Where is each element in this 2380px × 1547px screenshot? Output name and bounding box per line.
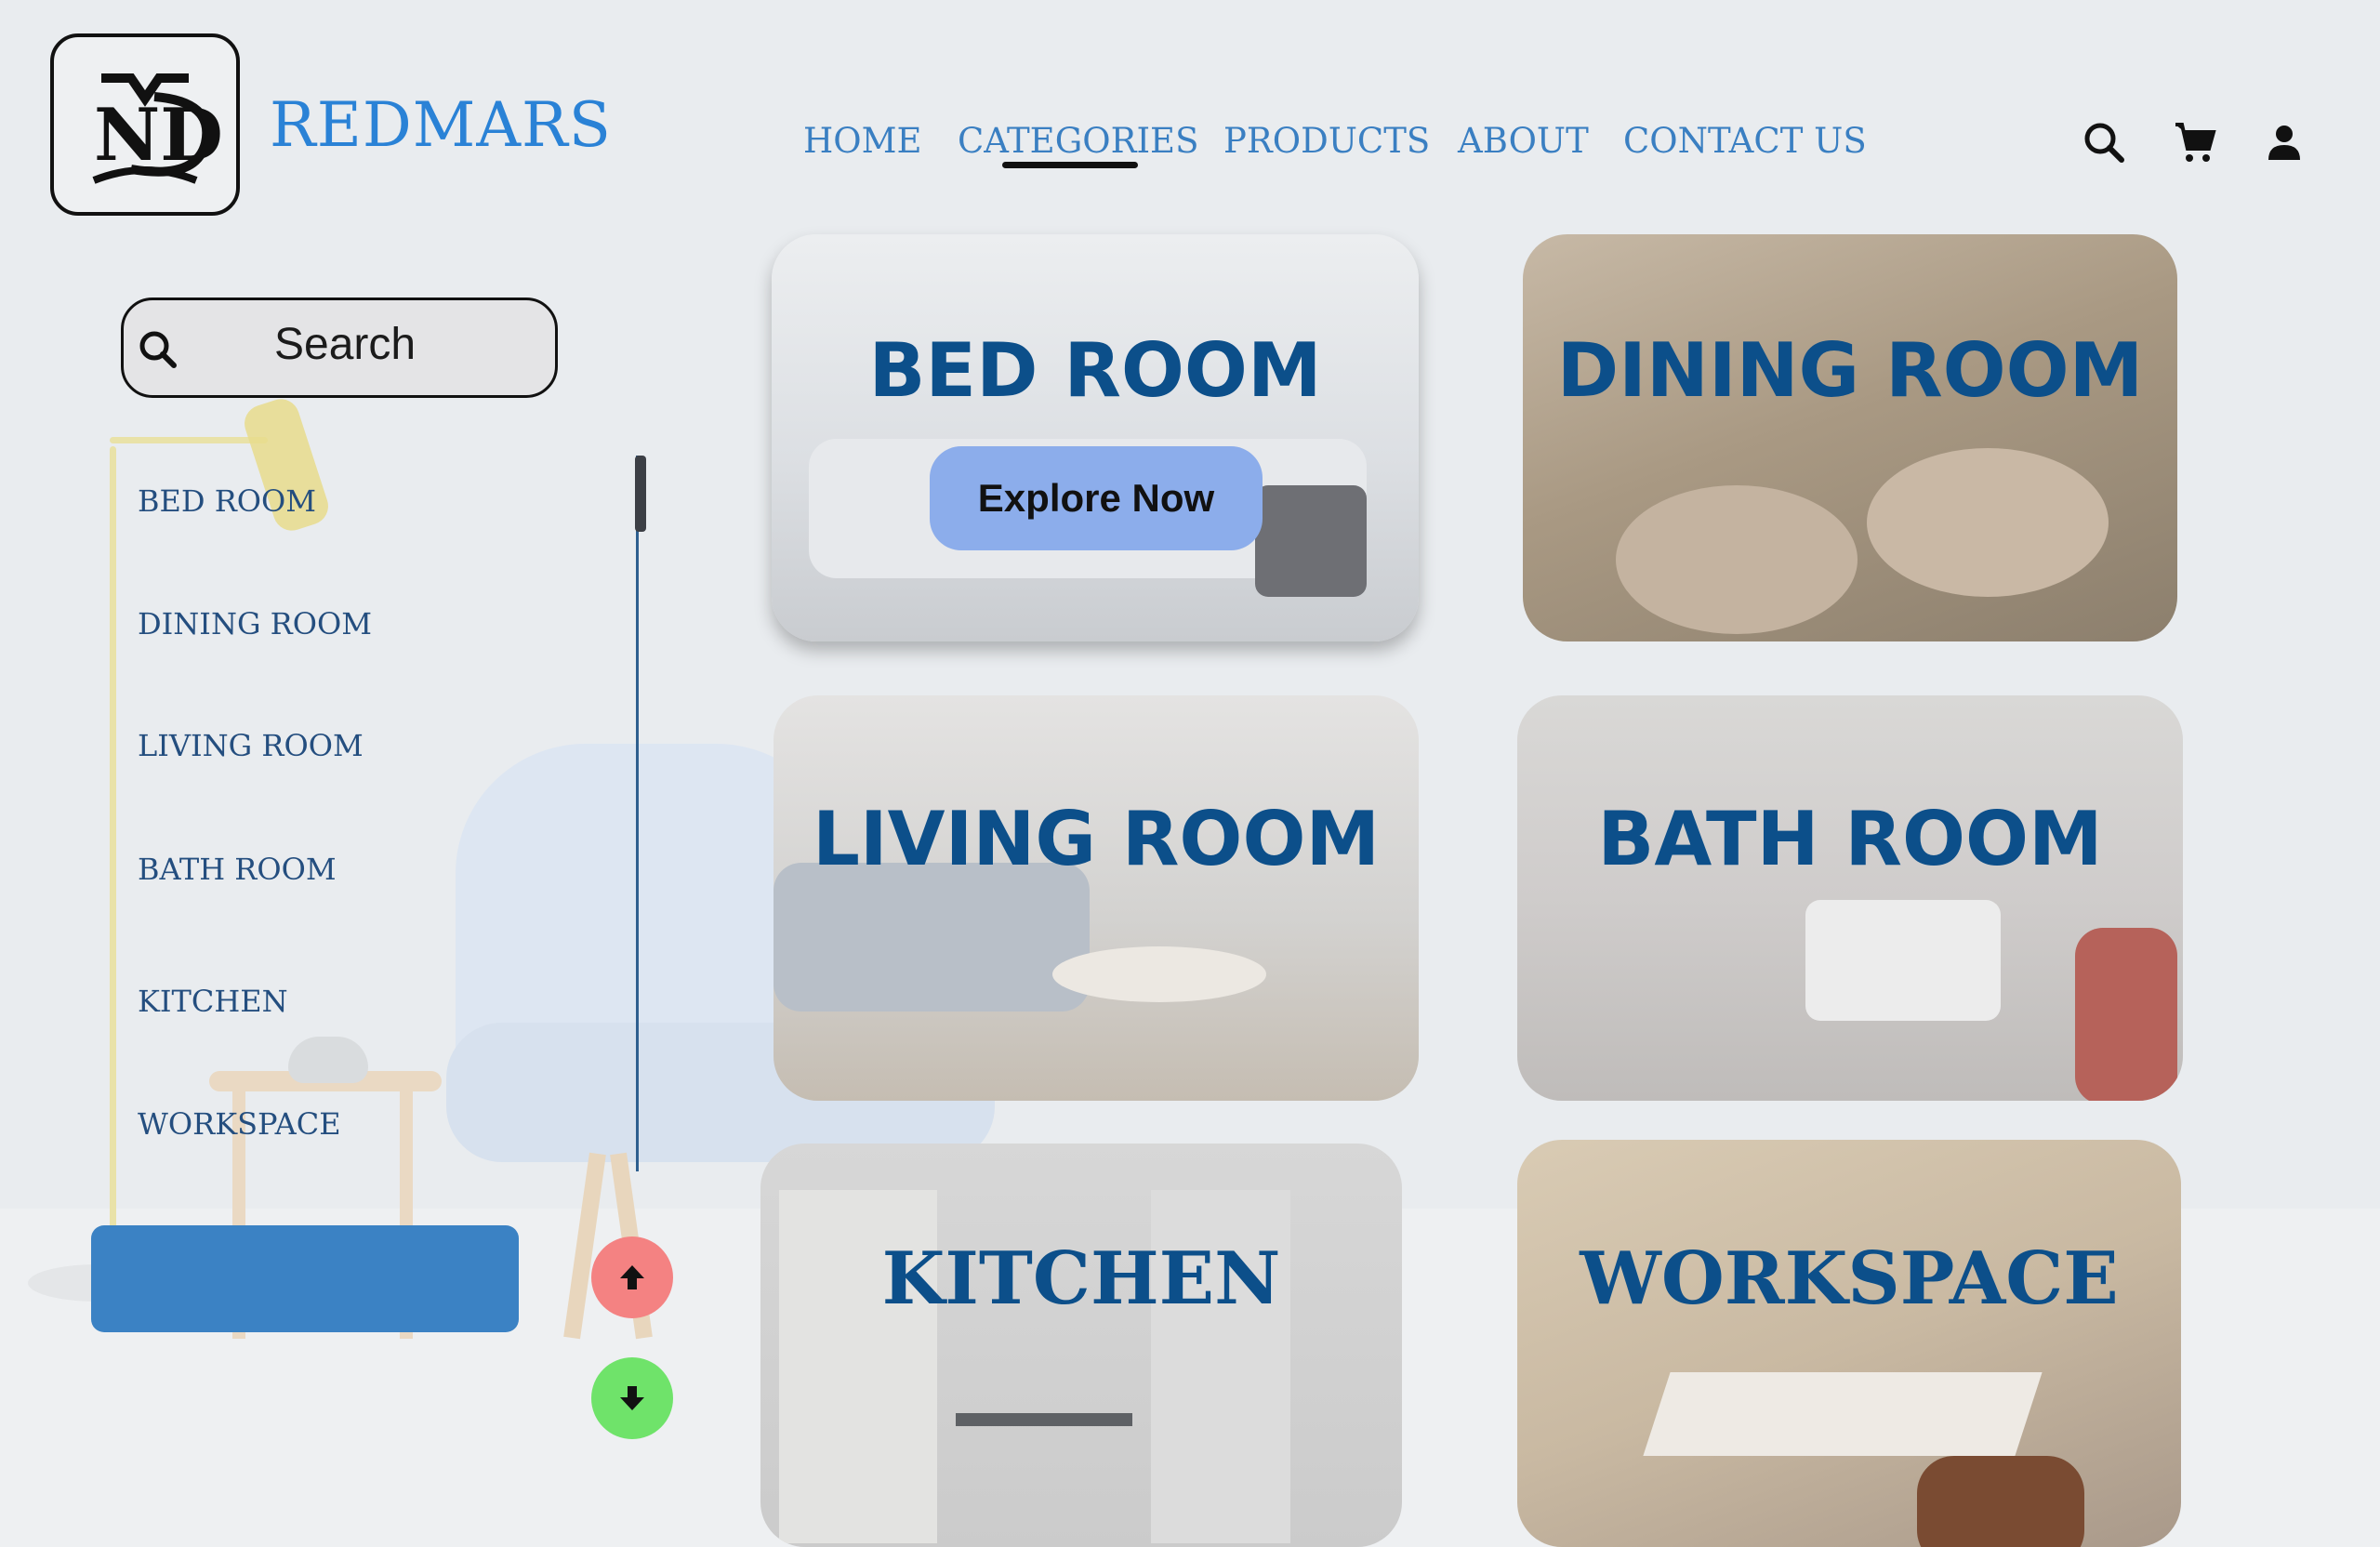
nav-about[interactable]: ABOUT [1458,121,1589,161]
nav-contact-us[interactable]: CONTACT US [1623,121,1867,161]
card-workspace[interactable]: WORKSPACE [1517,1140,2181,1547]
card-bath-room[interactable]: BATH ROOM [1517,695,2183,1101]
sidebar-item-living-room[interactable]: LIVING ROOM [138,728,364,763]
card-dining-room[interactable]: DINING ROOM [1523,234,2177,641]
logo-mark: ND [92,73,223,184]
card-title: KITCHEN [881,1236,1281,1321]
scrollbar-track[interactable] [636,456,639,1171]
nav-categories[interactable]: CATEGORIES [958,121,1198,161]
arrow-down-icon [620,1386,644,1410]
scrollbar-thumb[interactable] [635,456,646,532]
card-image-chair [2075,928,2177,1101]
sidebar-item-workspace[interactable]: WORKSPACE [138,1106,341,1142]
card-title: DINING ROOM [1556,327,2144,414]
card-image-chair [1255,485,1367,597]
explore-now-button[interactable]: Explore Now [930,446,1263,550]
card-title: BATH ROOM [1597,796,2103,882]
sidebar-item-bath-room[interactable]: BATH ROOM [138,852,337,887]
card-image-tub [1805,900,2001,1021]
user-icon[interactable] [2263,121,2306,164]
card-image-chair [1917,1456,2084,1547]
card-image-desk [1643,1372,2043,1456]
logo-letters: ND [94,93,223,178]
card-title: WORKSPACE [1580,1236,2119,1321]
search-label: Search [274,320,416,369]
nav-products[interactable]: PRODUCTS [1223,121,1430,161]
card-image-counter [956,1413,1132,1426]
card-image-sofa [774,863,1090,1012]
card-kitchen[interactable]: KITCHEN [760,1144,1402,1547]
card-bed-room[interactable]: BED ROOM Explore Now [772,234,1419,641]
card-living-room[interactable]: LIVING ROOM [774,695,1419,1101]
cart-icon[interactable] [2174,121,2216,164]
sidebar-action-button[interactable] [91,1225,519,1332]
nav-home[interactable]: HOME [803,121,922,161]
search-icon [139,331,177,368]
nav-active-indicator [1002,162,1138,168]
arrow-up-icon [620,1265,644,1289]
sidebar-item-kitchen[interactable]: KITCHEN [138,984,288,1019]
scroll-down-button[interactable] [591,1357,673,1439]
logo[interactable]: ND [50,33,240,216]
card-title: LIVING ROOM [812,796,1381,882]
scroll-up-button[interactable] [591,1236,673,1318]
sidebar-item-bed-room[interactable]: BED ROOM [138,483,316,519]
card-image-plate [1867,448,2109,597]
search-box[interactable]: Search [121,298,558,398]
card-title: BED ROOM [868,327,1322,414]
search-icon[interactable] [2082,121,2125,164]
brand-name[interactable]: REDMARS [270,89,612,161]
sidebar-item-dining-room[interactable]: DINING ROOM [138,606,372,641]
card-image-table [1052,946,1266,1002]
card-image-plate [1616,485,1858,634]
